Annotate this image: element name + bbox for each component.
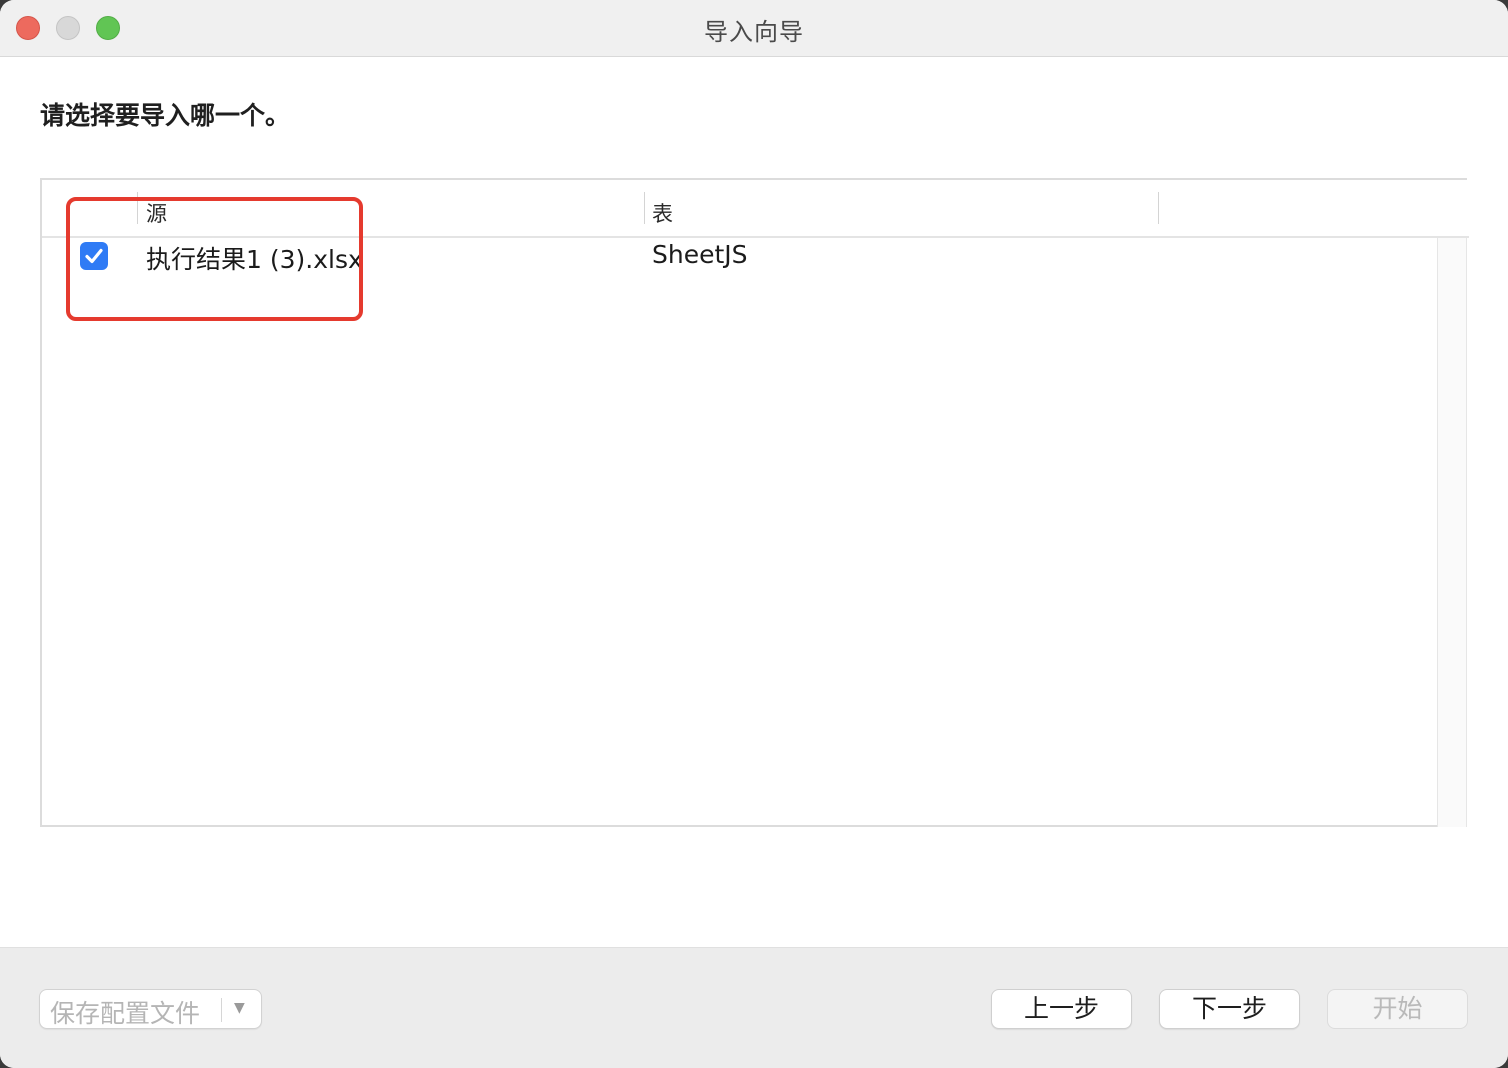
column-separator[interactable] [1158,192,1159,224]
window-title: 导入向导 [704,18,804,46]
row-checkbox[interactable] [80,242,108,270]
table-row[interactable]: 执行结果1 (3).xlsx SheetJS [42,238,1437,278]
column-separator[interactable] [137,192,138,224]
column-header-table[interactable]: 表 [652,198,673,228]
footer-bar: 保存配置文件 ▼ 上一步 下一步 开始 [0,947,1508,1068]
next-button[interactable]: 下一步 [1159,989,1300,1029]
column-separator[interactable] [644,192,645,224]
checkmark-icon [85,248,103,264]
table-cell: SheetJS [652,240,748,269]
vertical-scrollbar[interactable] [1437,238,1467,827]
table-header: 源 表 [42,180,1469,238]
column-header-source[interactable]: 源 [146,198,167,228]
chevron-down-icon[interactable]: ▼ [234,1000,245,1016]
save-profile-button[interactable]: 保存配置文件 ▼ [39,989,262,1029]
previous-button[interactable]: 上一步 [991,989,1132,1029]
source-table: 源 表 执行结果1 (3).xlsx SheetJS [40,178,1469,827]
button-separator [221,998,222,1022]
start-button[interactable]: 开始 [1327,989,1468,1029]
source-cell: 执行结果1 (3).xlsx [146,245,363,274]
title-bar: 导入向导 [0,0,1508,57]
save-profile-label: 保存配置文件 [50,999,201,1028]
prompt-text: 请选择要导入哪一个。 [40,101,291,130]
import-wizard-window: 导入向导 请选择要导入哪一个。 源 表 执行结果1 (3).xlsx Sheet… [0,0,1508,1068]
